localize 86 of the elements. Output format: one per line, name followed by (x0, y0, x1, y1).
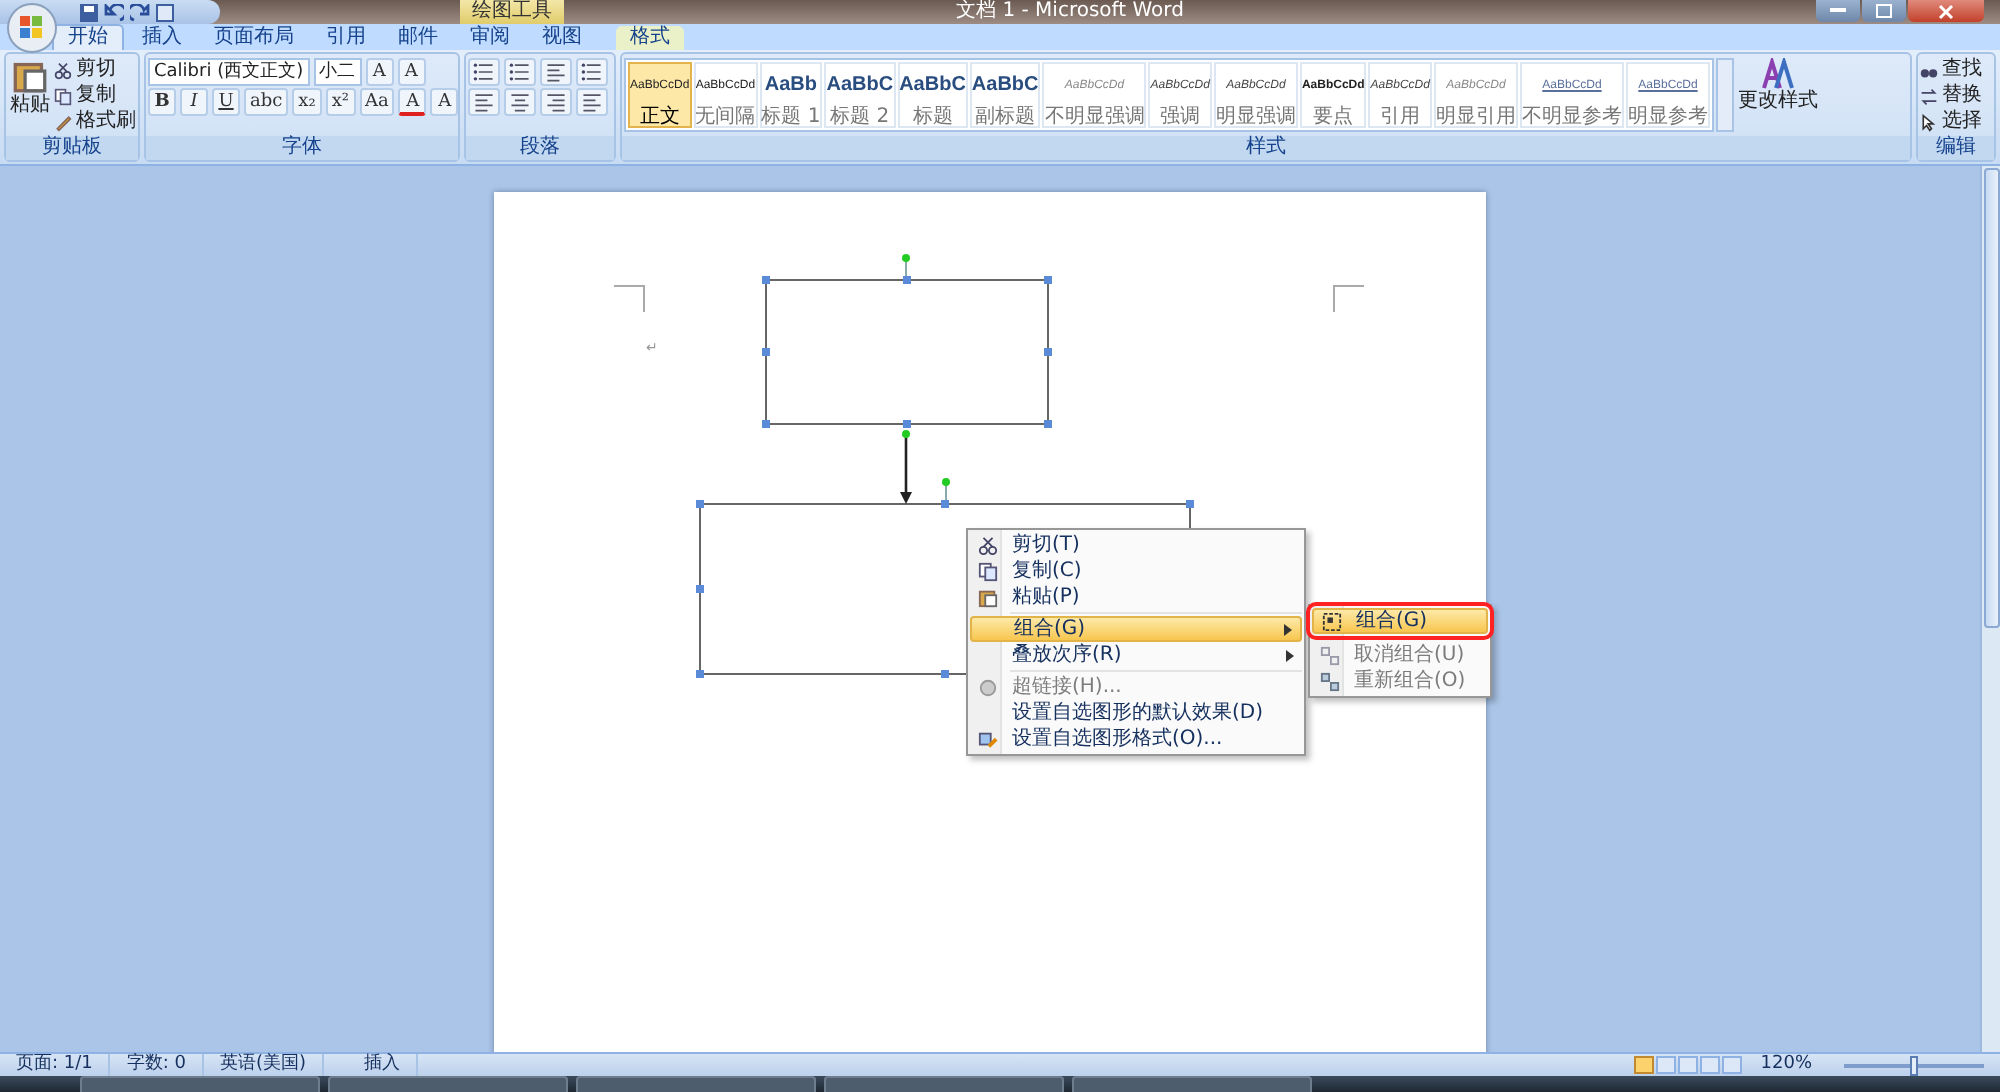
format-button[interactable]: B (148, 88, 176, 116)
minimize-button[interactable] (1816, 0, 1860, 22)
minimize-icon (1830, 8, 1846, 14)
group-label: 样式 (622, 136, 1910, 160)
menu-item[interactable]: 设置自选图形格式(O)... (970, 726, 1302, 752)
copy-icon (54, 87, 72, 105)
maximize-icon (1876, 4, 1892, 18)
editing-button[interactable]: 选择 (1920, 110, 1982, 134)
undo-icon[interactable] (104, 3, 124, 21)
change-styles-button[interactable]: 更改样式 (1735, 58, 1820, 132)
zoom-level: 120% (1758, 1054, 1814, 1076)
shrink-font-button[interactable]: A (397, 58, 426, 86)
character-border-button[interactable]: A (430, 88, 459, 116)
ribbon-tab[interactable]: 审阅 (456, 26, 524, 50)
group-label: 字体 (146, 136, 458, 160)
copy-icon (977, 561, 997, 581)
group-label: 编辑 (1918, 136, 1994, 160)
font-color-button[interactable]: A (398, 88, 427, 116)
menu-item[interactable]: 组合(G) (1312, 608, 1488, 634)
group-icon (1321, 611, 1341, 631)
menu-item[interactable]: 粘贴(P) (970, 584, 1302, 610)
clipboard-button[interactable]: 格式刷 (54, 110, 136, 134)
format-button[interactable]: x² (325, 88, 356, 116)
ribbon-tab[interactable]: 引用 (312, 26, 380, 50)
clipboard-button[interactable]: 复制 (54, 84, 136, 108)
format-button[interactable]: x₂ (292, 88, 322, 116)
grow-font-button[interactable]: A (365, 58, 394, 86)
ungroup-icon (1319, 645, 1339, 665)
replace-icon (1920, 87, 1938, 105)
scissors-icon (54, 61, 72, 79)
letters-icon (1761, 58, 1794, 90)
clipboard-button[interactable]: 剪切 (54, 58, 136, 82)
group-label: 剪贴板 (6, 136, 138, 160)
regroup-icon (1319, 671, 1339, 691)
group-label: 段落 (466, 136, 614, 160)
margin-mark (613, 285, 645, 313)
style-item[interactable]: AaBbC 标题 2 (824, 62, 896, 128)
close-button[interactable] (1908, 0, 1984, 22)
ribbon-tab[interactable]: 邮件 (384, 26, 452, 50)
indent-icon[interactable] (540, 58, 572, 86)
paste-button[interactable]: 粘贴 (8, 58, 52, 132)
binoculars-icon (1920, 68, 1938, 77)
pointer-icon (1922, 113, 1936, 131)
margin-mark (1333, 285, 1365, 313)
bullets-icon[interactable] (468, 58, 500, 86)
maximize-button[interactable] (1862, 0, 1906, 22)
ribbon-tab[interactable]: 开始 (52, 24, 124, 50)
close-icon (1938, 3, 1954, 19)
brush-icon (56, 115, 72, 131)
scroll-bar[interactable] (1980, 166, 2000, 1052)
editing-button[interactable]: 查找 (1920, 58, 1982, 82)
align-left-icon[interactable] (468, 88, 500, 116)
justify-icon[interactable] (576, 88, 608, 116)
menu-item[interactable]: 剪切(T) (970, 532, 1302, 558)
window-icon[interactable] (156, 3, 174, 21)
format-icon (977, 731, 997, 747)
menu-item[interactable]: 叠放次序(R) (970, 642, 1302, 668)
paste-icon (13, 62, 47, 93)
align-right-icon[interactable] (540, 88, 572, 116)
style-item[interactable]: AaBbC 副标题 (969, 62, 1041, 128)
format-button[interactable]: Aa (359, 88, 395, 116)
arrow-connector (900, 430, 912, 504)
style-item[interactable]: AaBb 标题 1 (759, 62, 823, 128)
paste-icon (977, 589, 997, 607)
ribbon-tab[interactable]: 页面布局 (200, 26, 308, 50)
font-size-field[interactable]: 小二 (313, 58, 362, 86)
context-tab-title: 绘图工具 (460, 0, 564, 24)
format-button[interactable]: abc (244, 88, 289, 116)
save-icon[interactable] (80, 3, 98, 21)
ribbon-tab[interactable]: 格式 (616, 26, 684, 50)
font-name-field[interactable]: Calibri (西文正文) (148, 58, 310, 86)
menu-item[interactable]: 设置自选图形的默认效果(D) (970, 700, 1302, 726)
format-button[interactable]: U (212, 88, 240, 116)
menu-item[interactable]: 复制(C) (970, 558, 1302, 584)
style-item[interactable]: AaBbC 标题 (897, 62, 968, 128)
redo-icon[interactable] (130, 3, 150, 21)
ribbon-tab[interactable]: 视图 (528, 26, 596, 50)
align-center-icon[interactable] (504, 88, 536, 116)
menu-item[interactable]: 组合(G) (970, 616, 1302, 642)
numbering-icon[interactable] (504, 58, 536, 86)
sort-icon[interactable] (576, 58, 608, 86)
editing-button[interactable]: 替换 (1920, 84, 1982, 108)
view-button[interactable] (1634, 1056, 1655, 1074)
ribbon-tab[interactable]: 插入 (128, 26, 196, 50)
scissors-icon (977, 535, 997, 555)
format-button[interactable]: I (180, 88, 208, 116)
